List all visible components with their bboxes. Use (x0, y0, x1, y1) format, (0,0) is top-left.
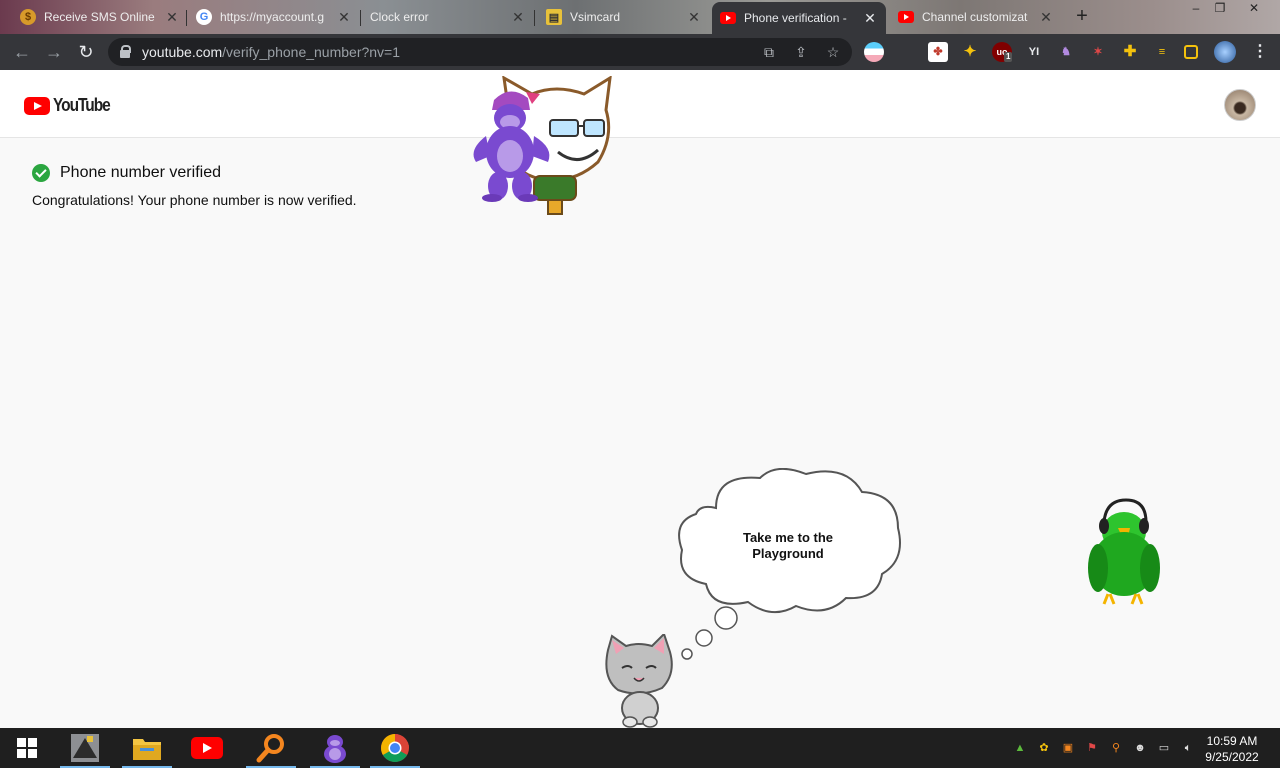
youtube-icon (720, 10, 736, 26)
browser-toolbar: ← → ↻ youtube.com/verify_phone_number?nv… (0, 34, 1280, 70)
paw-extension-icon[interactable]: ✤ (928, 42, 948, 62)
share-icon[interactable]: ⇪ (792, 43, 810, 61)
volume-icon[interactable]: 🔈︎ (1180, 740, 1196, 756)
tab-title: Vsimcard (570, 10, 621, 24)
minimize-icon[interactable]: – (1184, 0, 1208, 16)
taskbar-file-explorer[interactable] (120, 728, 174, 768)
green-parrot-icon[interactable] (1086, 498, 1160, 608)
splash-extension-icon[interactable]: ✶ (1088, 42, 1108, 62)
forward-icon[interactable]: → (44, 42, 64, 62)
lock-icon[interactable] (120, 45, 131, 58)
taskbar-youtube[interactable] (180, 728, 234, 768)
windows-taskbar: ▲ ✿ ▣ ⚑ ⚲ ☻ ▭ 🔈︎ 10:59 AM 9/25/2022 (0, 728, 1280, 768)
thought-bubble-text[interactable]: Take me to the Playground (722, 530, 854, 562)
close-icon[interactable]: ✕ (164, 9, 180, 25)
start-button[interactable] (0, 728, 54, 768)
coin-icon: $ (20, 9, 36, 25)
side-panel-icon[interactable] (1184, 45, 1198, 59)
tab-title: https://myaccount.g (220, 10, 325, 24)
page-title: Phone number verified (60, 164, 221, 181)
taskbar-app[interactable] (58, 728, 112, 768)
url-host: youtube.com (142, 44, 223, 60)
clock-time: 10:59 AM (1206, 734, 1258, 748)
purple-gorilla-icon[interactable] (470, 86, 554, 202)
url-path: /verify_phone_number?nv=1 (222, 44, 401, 60)
tab-channel-customization[interactable]: Channel customizat ✕ (890, 4, 1062, 30)
youtube-play-icon (24, 96, 50, 115)
close-icon[interactable]: ✕ (336, 9, 352, 25)
close-icon[interactable]: ✕ (862, 10, 878, 26)
bonzi-icon (324, 735, 346, 763)
youtube-icon (191, 737, 223, 759)
tab-separator (186, 10, 187, 26)
taskbar-bonzi[interactable] (308, 728, 362, 768)
tray-bee-icon[interactable]: ✿ (1036, 740, 1052, 756)
extensions-puzzle-icon[interactable]: ✚ (1120, 42, 1140, 62)
kitten-icon[interactable] (602, 634, 676, 728)
thought-puff-icon (681, 606, 738, 660)
tab-vsimcard[interactable]: ▤ Vsimcard ✕ (538, 4, 710, 30)
bookmark-star-icon[interactable]: ☆ (824, 43, 842, 61)
windows-logo-icon (17, 738, 37, 758)
tab-title: Phone verification - (744, 11, 847, 25)
tray-app-icon[interactable]: ▲ (1012, 740, 1028, 756)
tab-clock-error[interactable]: Clock error ✕ (362, 4, 534, 30)
address-bar[interactable]: youtube.com/verify_phone_number?nv=1 ⧉ ⇪… (108, 38, 852, 66)
menu-icon[interactable]: ⋮ (1250, 42, 1270, 62)
tray-face-icon[interactable]: ☻ (1132, 740, 1148, 756)
file-explorer-icon (133, 739, 161, 760)
tray-flag-icon[interactable]: ⚑ (1084, 740, 1100, 756)
extension-icon[interactable]: YI (1024, 42, 1044, 62)
clock-date: 9/25/2022 (1205, 750, 1259, 764)
back-icon[interactable]: ← (12, 42, 32, 62)
youtube-icon (898, 9, 914, 25)
runner-extension-icon[interactable]: ✦ (960, 42, 980, 62)
new-tab-button[interactable]: + (1072, 6, 1092, 26)
youtube-header: YouTube (0, 70, 1280, 138)
check-circle-icon (32, 164, 50, 182)
app-icon (71, 734, 99, 762)
tray-search-icon[interactable]: ⚲ (1108, 740, 1124, 756)
close-icon[interactable]: ✕ (510, 9, 526, 25)
reload-icon[interactable]: ↻ (76, 42, 96, 62)
taskbar-clock[interactable]: 10:59 AM 9/25/2022 (1200, 733, 1264, 765)
pride-flag-extension-icon[interactable] (864, 42, 884, 62)
unicorn-extension-icon[interactable]: ♞ (1056, 42, 1076, 62)
window-close-icon[interactable]: ✕ (1242, 0, 1266, 16)
tab-title: Clock error (370, 10, 429, 24)
verification-status: Phone number verified (32, 164, 221, 182)
open-in-app-icon[interactable]: ⧉ (760, 43, 778, 61)
ublock-icon[interactable]: uo 1 (992, 42, 1013, 62)
tray-box-icon[interactable]: ▣ (1060, 740, 1076, 756)
tab-google-account[interactable]: G https://myaccount.g ✕ (188, 4, 360, 30)
verification-message: Congratulations! Your phone number is no… (32, 192, 357, 208)
search-icon (256, 734, 284, 763)
close-icon[interactable]: ✕ (686, 9, 702, 25)
chrome-icon (381, 734, 409, 762)
browser-tabstrip: $ Receive SMS Online ✕ G https://myaccou… (0, 0, 1280, 34)
sim-icon: ▤ (546, 9, 562, 25)
taskbar-chrome[interactable] (368, 728, 422, 768)
tab-separator (534, 10, 535, 26)
google-icon: G (196, 9, 212, 25)
tab-separator (360, 10, 361, 26)
youtube-logo[interactable]: YouTube (24, 95, 119, 116)
youtube-wordmark: YouTube (53, 95, 111, 115)
tab-title: Channel customizat (922, 10, 1028, 24)
taskbar-search[interactable] (244, 728, 298, 768)
tab-title: Receive SMS Online (44, 10, 155, 24)
tab-phone-verification[interactable]: Phone verification - ✕ (712, 2, 886, 34)
avatar[interactable] (1224, 89, 1256, 121)
profile-avatar[interactable] (1214, 41, 1236, 63)
url-text[interactable]: youtube.com/verify_phone_number?nv=1 (142, 44, 400, 60)
reading-list-icon[interactable]: ≡ (1152, 42, 1172, 62)
tab-receive-sms[interactable]: $ Receive SMS Online ✕ (12, 4, 188, 30)
restore-icon[interactable]: ❐ (1208, 0, 1232, 16)
extension-badge: 1 (1004, 52, 1013, 62)
close-icon[interactable]: ✕ (1038, 9, 1054, 25)
network-icon[interactable]: ▭ (1156, 740, 1172, 756)
